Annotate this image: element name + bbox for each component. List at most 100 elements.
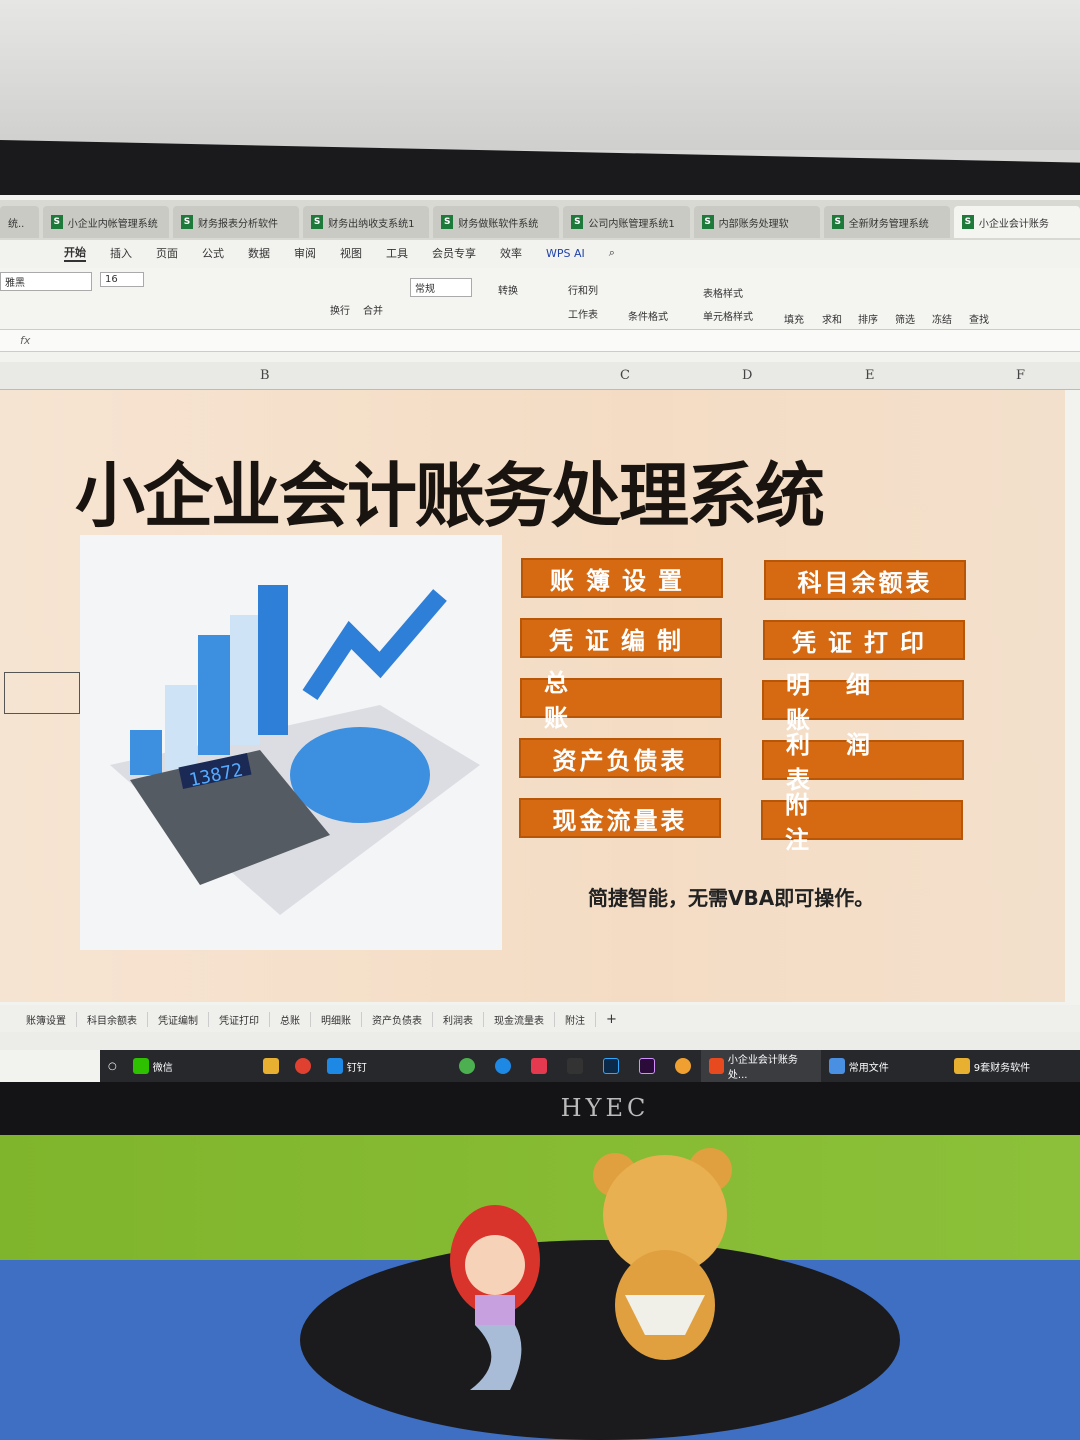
sheet-tab[interactable]: 账簿设置 (16, 1011, 77, 1027)
cell-style-button[interactable]: 单元格样式 (703, 308, 753, 323)
sheet-tabs: 账簿设置 科目余额表 凭证编制 凭证打印 总账 明细账 资产负债表 利润表 现金… (0, 1005, 1080, 1033)
add-sheet-button[interactable]: + (596, 1012, 627, 1027)
menu-efficiency[interactable]: 效率 (500, 245, 522, 261)
ie-icon[interactable] (494, 1058, 511, 1074)
doc-tab[interactable]: S 全新财务管理系统 (823, 206, 950, 238)
sheet-file-icon: S (180, 215, 193, 229)
menu-page[interactable]: 页面 (156, 245, 178, 261)
taskbar-dingtalk[interactable]: 钉钉 (319, 1050, 449, 1082)
sheet-tab[interactable]: 凭证编制 (148, 1011, 209, 1027)
sheet-file-icon: S (571, 215, 584, 229)
doc-tab-label: 全新财务管理系统 (848, 218, 929, 230)
doc-tab[interactable]: S 财务做账软件系统 (433, 206, 560, 238)
selected-cell[interactable] (4, 672, 80, 714)
worksheet-button[interactable]: 工作表 (568, 306, 598, 321)
filter-button[interactable]: 筛选 (895, 311, 915, 326)
table-style-button[interactable]: 表格样式 (703, 285, 743, 300)
start-button[interactable]: ○ (100, 1050, 125, 1082)
document-tabs: 统.. S 小企业内帐管理系统 S 财务报表分析软件 S 财务出纳收支系统1 S 财务做… (0, 200, 1080, 240)
doc-tab-active[interactable]: S 小企业会计账务 (953, 206, 1080, 238)
sheet-tab[interactable]: 总账 (270, 1011, 311, 1027)
menu-button-voucher-print[interactable]: 凭证打印 (763, 620, 965, 660)
page-title: 小企业会计账务处理系统 (75, 455, 825, 537)
premiere-icon[interactable] (638, 1058, 655, 1074)
search-icon[interactable]: ⌕ (609, 246, 615, 260)
menu-insert[interactable]: 插入 (110, 245, 132, 261)
doc-tab-partial[interactable]: 统.. (0, 206, 39, 238)
find-button[interactable]: 查找 (969, 311, 989, 326)
font-name-select[interactable]: 雅黑 (0, 272, 92, 291)
menu-button-general-ledger[interactable]: 总账 (520, 669, 722, 732)
wall-background (0, 0, 1080, 150)
doc-tab-label: 小企业内帐管理系统 (67, 218, 158, 230)
menu-formula[interactable]: 公式 (202, 245, 224, 261)
menu-button-trial-balance[interactable]: 科目余额表 (764, 560, 966, 600)
sheet-tab[interactable]: 资产负债表 (362, 1011, 433, 1027)
doc-tab[interactable]: S 财务报表分析软件 (172, 206, 300, 238)
mermaid-figurine (440, 1190, 550, 1400)
dingtalk-icon (326, 1058, 343, 1074)
button-label: 科目余额表 (797, 568, 933, 597)
browser-icon[interactable] (458, 1058, 475, 1074)
sheet-tab[interactable]: 明细账 (311, 1011, 362, 1027)
menu-button-income-statement[interactable]: 利润表 (762, 731, 964, 794)
convert-button[interactable]: 转换 (498, 282, 518, 297)
menu-wps-ai[interactable]: WPS AI (546, 247, 585, 260)
taskbar-common-files[interactable]: 常用文件 (821, 1050, 946, 1082)
menu-tools[interactable]: 工具 (386, 245, 408, 261)
menu-button-balance-sheet[interactable]: 资产负债表 (519, 738, 721, 778)
sheet-tab[interactable]: 附注 (555, 1011, 596, 1027)
button-label: 总账 (544, 669, 648, 732)
font-size-select[interactable]: 16 (100, 272, 144, 287)
app-icon[interactable] (530, 1058, 547, 1074)
column-header[interactable]: E (865, 368, 875, 383)
doc-tab[interactable]: S 财务出纳收支系统1 (303, 206, 430, 238)
folder-icon[interactable] (262, 1058, 279, 1074)
doc-tab[interactable]: S 内部账务处理软 (693, 206, 820, 238)
menu-button-voucher-entry[interactable]: 凭证编制 (520, 618, 722, 658)
doc-tab[interactable]: S 小企业内帐管理系统 (42, 206, 169, 238)
photoshop-icon[interactable] (602, 1058, 619, 1074)
button-label: 附注 (785, 791, 889, 854)
column-header[interactable]: B (260, 368, 270, 383)
taskbar-label: 9套财务软件 (973, 1062, 1031, 1074)
sheet-tab[interactable]: 利润表 (433, 1011, 484, 1027)
menu-button-notes[interactable]: 附注 (761, 791, 963, 854)
wrap-button[interactable]: 换行 (330, 302, 350, 317)
merge-button[interactable]: 合并 (363, 302, 383, 317)
column-header[interactable]: F (1016, 368, 1025, 383)
menu-button-cash-flow[interactable]: 现金流量表 (519, 798, 721, 838)
photos-icon[interactable] (674, 1058, 691, 1074)
taskbar: ○ 微信 钉钉 小企业会计账务处... 常用文件 9套财务软件 (100, 1050, 1080, 1082)
capcut-icon[interactable] (566, 1058, 583, 1074)
taskbar-wechat[interactable]: 微信 (125, 1050, 255, 1082)
freeze-button[interactable]: 冻结 (932, 311, 952, 326)
row-col-button[interactable]: 行和列 (568, 282, 598, 297)
number-format-select[interactable]: 常规 (410, 278, 472, 297)
sheet-tab[interactable]: 凭证打印 (209, 1011, 270, 1027)
conditional-format-button[interactable]: 条件格式 (628, 308, 668, 323)
column-header[interactable]: D (742, 368, 752, 383)
menu-view[interactable]: 视图 (340, 245, 362, 261)
sheet-tab[interactable]: 科目余额表 (77, 1011, 148, 1027)
fill-button[interactable]: 填充 (784, 311, 804, 326)
taskbar-wps-active[interactable]: 小企业会计账务处... (700, 1050, 821, 1082)
folder-icon (828, 1058, 845, 1074)
taskbar-finance-software[interactable]: 9套财务软件 (946, 1050, 1038, 1082)
doc-tab-label: 小企业会计账务 (978, 218, 1049, 230)
sheet-tab[interactable]: 现金流量表 (484, 1011, 555, 1027)
menu-member[interactable]: 会员专享 (432, 245, 476, 261)
doc-tab[interactable]: S 公司内账管理系统1 (563, 206, 690, 238)
ribbon-toolbar: 雅黑 16 常规 转换 行和列 工作表 条件格式 表格样式 单元格样式 换行 合… (0, 268, 1080, 330)
formula-bar[interactable]: fx (0, 330, 1080, 352)
column-header[interactable]: C (620, 368, 630, 383)
sum-button[interactable]: 求和 (822, 311, 842, 326)
chrome-icon[interactable] (294, 1058, 311, 1074)
sort-button[interactable]: 排序 (858, 311, 878, 326)
menu-button-ledger-setup[interactable]: 账簿设置 (521, 558, 723, 598)
menu-home[interactable]: 开始 (64, 244, 86, 262)
menu-data[interactable]: 数据 (248, 245, 270, 261)
menu-review[interactable]: 审阅 (294, 245, 316, 261)
chart-calculator-illustration: 13872 (80, 535, 502, 950)
menu-button-detail-ledger[interactable]: 明细账 (762, 671, 964, 734)
